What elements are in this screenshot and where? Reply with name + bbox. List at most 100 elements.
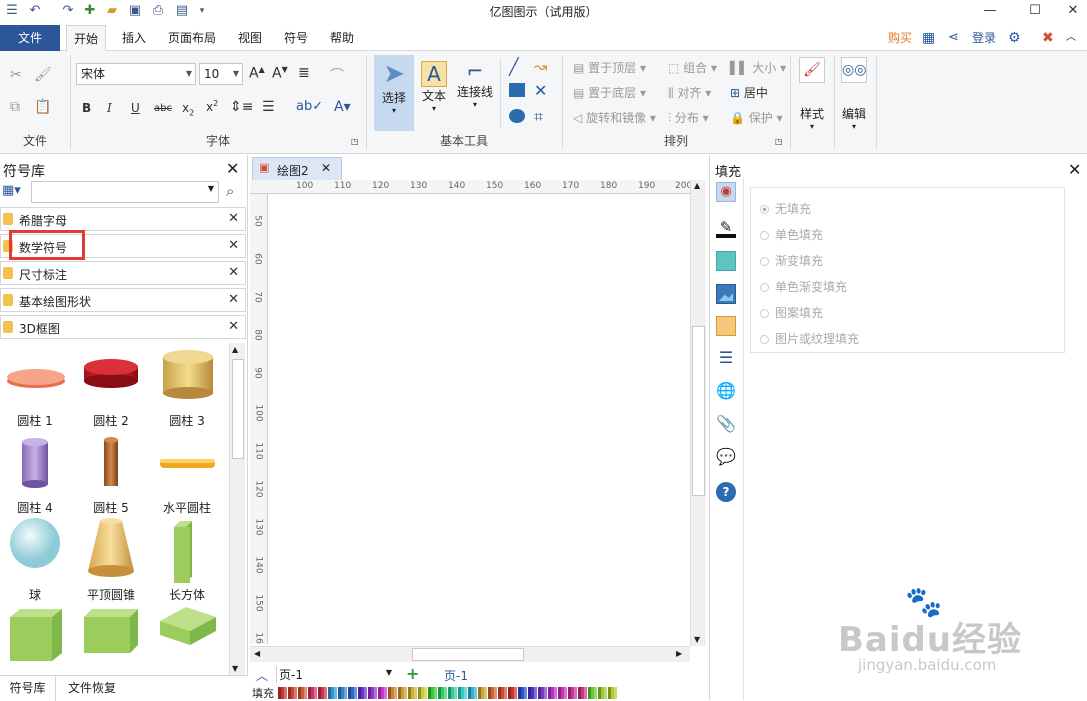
center-button[interactable]: ⊞ 居中 [730, 84, 768, 101]
send-to-bottom-button[interactable]: ▤ 置于底层 ▾ [573, 84, 646, 101]
format-painter-icon[interactable]: 🖌 [34, 67, 52, 83]
bring-to-top-button[interactable]: ▤ 置于顶层 ▾ [573, 59, 646, 76]
page-select[interactable]: 页-1 ▼ [276, 666, 396, 683]
tab-symbol-library[interactable]: 符号库 [0, 676, 56, 701]
scroll-right-icon[interactable]: ▶ [676, 649, 682, 658]
slab-icon[interactable] [160, 607, 216, 645]
protect-button[interactable]: 🔒 保护 ▾ [730, 109, 783, 126]
scroll-up-icon[interactable]: ▲ [232, 345, 238, 354]
scroll-down-icon[interactable]: ▼ [232, 664, 238, 673]
paste-icon[interactable]: 📋 [34, 99, 51, 115]
drawing-canvas[interactable] [269, 195, 689, 645]
rotate-mirror-button[interactable]: ◁ 旋转和镜像 ▾ [573, 109, 656, 126]
scroll-left-icon[interactable]: ◀ [254, 649, 260, 658]
line-style-icon[interactable]: ✎ [716, 218, 736, 238]
tab-symbol[interactable]: 符号 [276, 25, 316, 51]
tab-view[interactable]: 视图 [230, 25, 270, 51]
font-size-combo[interactable]: 10 ▼ [199, 63, 243, 85]
scroll-thumb[interactable] [692, 326, 705, 496]
line-spacing-icon[interactable]: ⌒ [330, 65, 344, 85]
close-category-icon[interactable]: ✕ [228, 292, 239, 307]
collapse-ribbon-icon[interactable]: ︿ [1062, 25, 1080, 51]
style-button[interactable]: 🖌 样式 ▾ [796, 57, 828, 131]
maximize-icon[interactable]: ☐ [1020, 0, 1050, 22]
italic-icon[interactable]: I [107, 101, 112, 115]
fill-option-none[interactable]: 无填充 [760, 200, 811, 217]
distribute-button[interactable]: ⫶ 分布 ▾ [668, 109, 709, 126]
close-category-icon[interactable]: ✕ [228, 211, 239, 226]
sphere-icon[interactable] [10, 518, 60, 568]
fill-option-solid[interactable]: 单色填充 [760, 226, 823, 243]
search-icon[interactable]: ⌕ [226, 182, 234, 200]
fill-option-single-gradient[interactable]: 单色渐变填充 [760, 278, 847, 295]
arrange-dialog-launcher-icon[interactable]: ◳ [775, 137, 783, 146]
scroll-down-icon[interactable]: ▼ [694, 635, 700, 644]
strikethrough-icon[interactable]: abc [154, 103, 172, 114]
login-link[interactable]: 登录 [968, 25, 1000, 51]
cylinder-1-icon[interactable] [7, 369, 65, 388]
close-category-icon[interactable]: ✕ [228, 238, 239, 253]
edit-button[interactable]: ◎◎ 编辑 ▾ [838, 57, 870, 131]
canvas-horizontal-scrollbar[interactable]: ◀ ▶ [250, 646, 690, 662]
buy-link[interactable]: 购买 [884, 25, 916, 51]
add-page-icon[interactable]: + [406, 664, 419, 683]
font-color-icon[interactable]: A▾ [334, 99, 351, 115]
color-swatches[interactable] [278, 687, 630, 699]
cut-icon[interactable]: ✂ [10, 67, 22, 83]
fill-icon[interactable]: ◉ [716, 182, 736, 202]
copy-icon[interactable]: ⧉ [10, 99, 20, 115]
crop-icon[interactable]: ⌗ [534, 107, 543, 127]
align-button[interactable]: ⫼ 对齐 ▾ [668, 84, 711, 101]
close-window-icon[interactable]: ✕ [1058, 0, 1087, 22]
close-fill-panel-icon[interactable]: ✕ [1068, 160, 1081, 179]
cylinder-2-icon[interactable] [84, 359, 138, 388]
curve-icon[interactable]: ↝ [534, 57, 547, 76]
rectangle-icon[interactable] [509, 83, 525, 97]
node-icon[interactable]: ✕ [534, 81, 547, 100]
scroll-thumb[interactable] [232, 359, 244, 459]
truncated-cone-icon[interactable] [88, 518, 134, 577]
size-button[interactable]: ▌▌ 大小 ▾ [730, 59, 786, 76]
tab-file-recovery[interactable]: 文件恢复 [62, 676, 122, 701]
cylinder-4-icon[interactable] [22, 438, 48, 488]
subscript-icon[interactable]: x2 [182, 101, 194, 117]
library-menu-icon[interactable]: ▦▾ [2, 183, 21, 198]
comment-icon[interactable]: 💬 [716, 448, 736, 468]
close-library-icon[interactable]: ✕ [226, 159, 239, 178]
minimize-icon[interactable]: — [975, 0, 1005, 22]
ellipse-icon[interactable] [509, 109, 525, 123]
library-search-input[interactable]: ▼ [31, 181, 219, 203]
category-basic-shapes[interactable]: 基本绘图形状 ✕ [0, 288, 246, 312]
paragraph-spacing-icon[interactable]: ⇕≡ [230, 99, 253, 115]
text-highlight-icon[interactable]: ab✓ [296, 99, 323, 114]
horizontal-cylinder-icon[interactable] [160, 459, 215, 468]
select-button[interactable]: ➤ 选择 ▾ [374, 55, 414, 131]
theme-icon[interactable]: ✖ [1038, 25, 1058, 51]
cuboid-icon[interactable] [174, 521, 192, 583]
category-math-symbols[interactable]: 数学符号 ✕ [0, 230, 246, 260]
close-category-icon[interactable]: ✕ [228, 319, 239, 334]
layer-icon[interactable] [716, 316, 736, 336]
file-tab[interactable]: 文件 [0, 25, 60, 51]
grow-font-icon[interactable]: A▲ [249, 65, 265, 82]
font-dialog-launcher-icon[interactable]: ◳ [351, 137, 359, 146]
settings-icon[interactable]: ⚙ [1004, 25, 1025, 51]
document-tab[interactable]: ▣ 绘图2 ✕ [252, 157, 342, 180]
close-document-icon[interactable]: ✕ [321, 161, 331, 175]
shadow-icon[interactable] [716, 251, 736, 271]
scroll-thumb[interactable] [412, 648, 524, 661]
attachment-icon[interactable]: 📎 [716, 415, 736, 435]
cylinder-5-icon[interactable] [104, 437, 118, 486]
font-name-combo[interactable]: 宋体 ▼ [76, 63, 196, 85]
canvas-vertical-scrollbar[interactable]: ▲ ▼ [690, 180, 706, 646]
text-button[interactable]: A 文本 ▾ [418, 55, 450, 113]
underline-icon[interactable]: U [131, 101, 140, 115]
category-greek-letters[interactable]: 希腊字母 ✕ [0, 207, 246, 231]
hyperlink-icon[interactable]: 🌐 [716, 382, 736, 402]
cylinder-3-icon[interactable] [163, 350, 213, 399]
block-icon[interactable] [84, 609, 138, 653]
fill-option-pattern[interactable]: 图案填充 [760, 304, 823, 321]
tab-help[interactable]: 帮助 [322, 25, 362, 51]
page-tab[interactable]: 页-1 [444, 667, 468, 684]
help-icon[interactable]: ? [716, 482, 736, 502]
